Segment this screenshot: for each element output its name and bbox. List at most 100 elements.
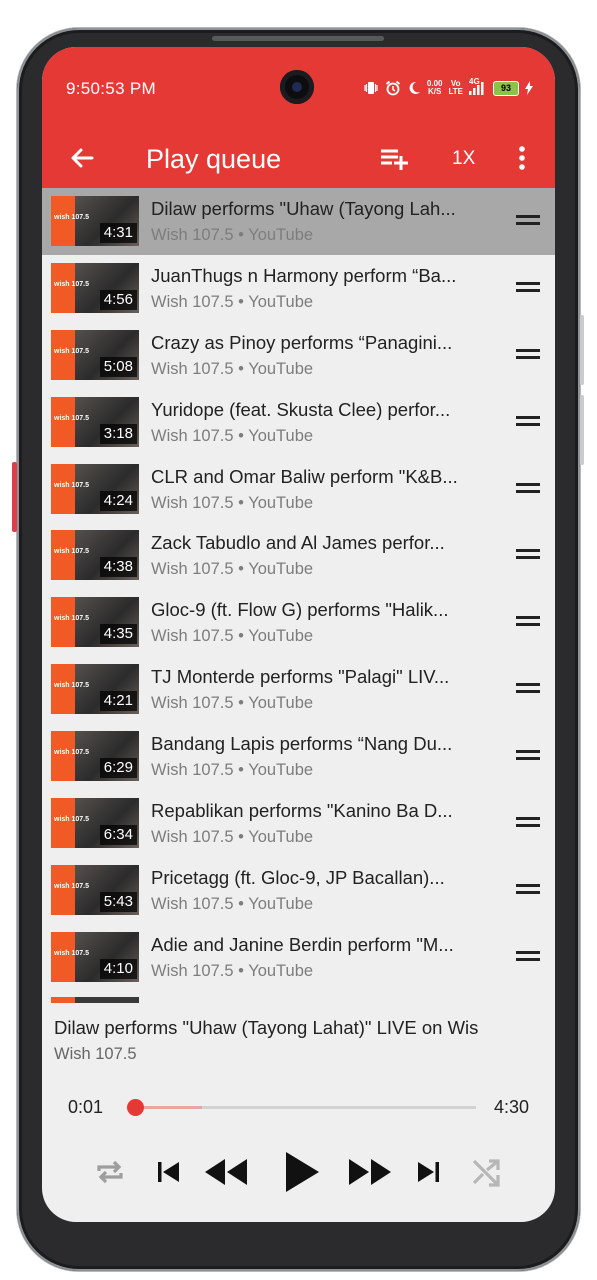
fast-forward-button[interactable]: [346, 1147, 394, 1197]
queue-item-channel: Wish 107.5: [151, 292, 234, 311]
current-time: 0:01: [68, 1097, 104, 1117]
queue-item-text: Bandang Lapis performs “Nang Du... Wish …: [151, 733, 506, 780]
queue-item-source: YouTube: [248, 359, 314, 378]
drag-handle-icon[interactable]: [516, 549, 540, 561]
queue-item[interactable]: wish 107.5 6:29 Bandang Lapis performs “…: [42, 723, 555, 790]
queue-item-source: YouTube: [248, 894, 314, 913]
shuffle-button[interactable]: [468, 1147, 504, 1197]
queue-item-channel: Wish 107.5: [151, 761, 234, 780]
queue-item-source: YouTube: [248, 493, 314, 512]
queue-item[interactable]: wish 107.5 6:34 Repablikan performs "Kan…: [42, 790, 555, 857]
video-duration: 4:35: [99, 624, 137, 645]
video-thumbnail: wish 107.5 6:29: [51, 731, 139, 782]
drag-handle-icon[interactable]: [516, 482, 540, 495]
queue-item[interactable]: wish 107.5 4:31 Dilaw performs "Uhaw (Ta…: [42, 188, 555, 255]
thumbnail-brand-strip: [51, 798, 75, 849]
more-vert-icon: [519, 146, 525, 170]
repeat-button[interactable]: [92, 1147, 128, 1197]
skip-next-button[interactable]: [413, 1147, 443, 1197]
drag-handle-icon[interactable]: [516, 950, 540, 963]
queue-item-subtitle: Wish 107.5 • YouTube: [151, 761, 314, 780]
queue-item-subtitle: Wish 107.5 • YouTube: [151, 359, 314, 378]
wish-logo: wish 107.5: [54, 214, 90, 221]
back-button[interactable]: [66, 142, 98, 174]
wish-logo: wish 107.5: [54, 347, 90, 355]
rewind-button[interactable]: [202, 1147, 250, 1197]
queue-item-channel: Wish 107.5: [151, 627, 234, 646]
thumbnail-brand-strip: [51, 731, 75, 782]
queue-item-source: YouTube: [248, 292, 314, 311]
video-duration: 4:24: [99, 490, 137, 511]
front-camera: [280, 70, 314, 104]
video-duration: 4:31: [99, 223, 137, 243]
video-duration: 4:38: [99, 557, 137, 578]
play-button[interactable]: [280, 1147, 324, 1197]
play-icon: [286, 1152, 319, 1192]
queue-item-subtitle: Wish 107.5 • YouTube: [151, 560, 314, 579]
drag-handle-icon[interactable]: [516, 348, 540, 361]
more-options-button[interactable]: [512, 142, 532, 174]
thumbnail-brand-strip: [51, 396, 75, 447]
screen: 9:50:53 PM 0.00 K/S Vo LTE 4G 93 Play qu…: [42, 47, 555, 1222]
video-thumbnail: wish 107.5 5:08: [51, 329, 139, 380]
queue-item[interactable]: wish 107.5 5:43 Pricetagg (ft. Gloc-9, J…: [42, 857, 555, 924]
queue-item[interactable]: wish 107.5 4:35 Gloc-9 (ft. Flow G) perf…: [42, 589, 555, 656]
queue-item[interactable]: wish 107.5 4:24 CLR and Omar Baliw perfo…: [42, 456, 555, 523]
signal-strength: 4G: [469, 77, 487, 95]
video-thumbnail: wish 107.5 5:43: [51, 864, 139, 915]
queue-item-title: CLR and Omar Baliw perform "K&B...: [151, 465, 458, 487]
add-to-playlist-button[interactable]: [380, 145, 410, 173]
playback-speed-button[interactable]: 1X: [452, 148, 475, 170]
partial-next-item-thumbnail: [51, 997, 139, 1003]
thumbnail-brand-strip: [51, 931, 75, 982]
seek-thumb[interactable]: [127, 1099, 144, 1116]
volume-down-button: [580, 395, 584, 465]
queue-item-title: Zack Tabudlo and Al James perfor...: [151, 532, 445, 554]
queue-item-title: Crazy as Pinoy performs “Panagini...: [151, 331, 453, 353]
queue-item-text: Adie and Janine Berdin perform "M... Wis…: [151, 934, 506, 981]
wish-logo: wish 107.5: [54, 949, 90, 957]
volte-bottom: LTE: [448, 87, 463, 96]
queue-item[interactable]: wish 107.5 4:21 TJ Monterde performs "Pa…: [42, 656, 555, 723]
volte-indicator: Vo LTE: [448, 80, 463, 96]
queue-item[interactable]: wish 107.5 4:10 Adie and Janine Berdin p…: [42, 924, 555, 991]
queue-item[interactable]: wish 107.5 5:08 Crazy as Pinoy performs …: [42, 322, 555, 389]
wish-logo: wish 107.5: [54, 414, 90, 422]
bottom-bezel: [42, 1222, 555, 1246]
drag-handle-icon[interactable]: [516, 750, 540, 762]
drag-handle-icon[interactable]: [516, 683, 540, 695]
wish-logo: wish 107.5: [54, 548, 90, 556]
drag-handle-icon[interactable]: [516, 616, 540, 628]
queue-item-title: Gloc-9 (ft. Flow G) performs "Halik...: [151, 599, 449, 621]
queue-item-channel: Wish 107.5: [151, 961, 234, 980]
queue-item-source: YouTube: [248, 694, 314, 713]
skip-next-icon: [418, 1162, 439, 1182]
queue-item[interactable]: wish 107.5 4:38 Zack Tabudlo and Al Jame…: [42, 522, 555, 589]
queue-item[interactable]: wish 107.5 3:18 Yuridope (feat. Skusta C…: [42, 389, 555, 456]
fast-forward-icon: [349, 1159, 391, 1185]
drag-handle-icon[interactable]: [516, 817, 540, 829]
queue-item-title: Adie and Janine Berdin perform "M...: [151, 933, 454, 955]
drag-handle-icon[interactable]: [516, 415, 540, 428]
network-type: 4G: [469, 77, 480, 86]
drag-handle-icon[interactable]: [516, 215, 540, 227]
queue-item[interactable]: wish 107.5 4:56 JuanThugs n Harmony perf…: [42, 255, 555, 322]
queue-item-subtitle: Wish 107.5 • YouTube: [151, 292, 314, 311]
queue-item-channel: Wish 107.5: [151, 694, 234, 713]
seek-bar[interactable]: [127, 1099, 476, 1116]
drag-handle-icon[interactable]: [516, 883, 540, 896]
power-button: [12, 462, 17, 532]
vibrate-icon: [363, 81, 379, 95]
queue-item-source: YouTube: [248, 426, 314, 445]
seek-buffer: [134, 1106, 202, 1109]
drag-handle-icon[interactable]: [516, 281, 540, 294]
wish-logo: wish 107.5: [54, 882, 90, 890]
earpiece: [212, 36, 384, 41]
queue-item-subtitle: Wish 107.5 • YouTube: [151, 961, 314, 980]
video-duration: 5:08: [99, 356, 137, 377]
skip-previous-button[interactable]: [154, 1147, 184, 1197]
wish-logo: wish 107.5: [54, 481, 90, 489]
video-duration: 5:43: [99, 891, 137, 912]
queue-item-source: YouTube: [248, 226, 314, 244]
queue-item-text: CLR and Omar Baliw perform "K&B... Wish …: [151, 466, 506, 513]
